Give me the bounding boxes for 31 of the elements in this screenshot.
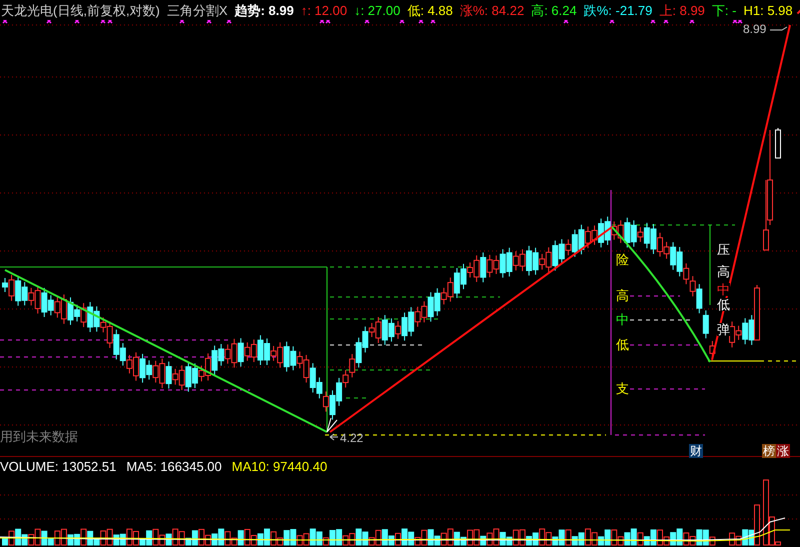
- indicator-value: ↑: 12.00: [300, 4, 348, 16]
- level-label: 支: [616, 382, 629, 395]
- price-label: 8.99: [743, 23, 766, 35]
- level-label: 险: [616, 253, 629, 266]
- indicator-value: H1: 5.98: [743, 4, 793, 16]
- indicator-value: 高: 6.24: [531, 4, 577, 16]
- level-label: 中: [616, 313, 629, 326]
- badge-label: 榜: [762, 444, 776, 458]
- badge-label: 涨: [776, 444, 790, 458]
- level-label: 低: [616, 338, 629, 351]
- level-label: 高: [616, 289, 629, 302]
- volume-indicator-value: MA10: 97440.40: [232, 460, 328, 472]
- indicator-value: ↓: 27.00: [354, 4, 400, 16]
- indicator-value: 跌%: -21.79: [584, 4, 652, 16]
- price-label: 4.22: [340, 432, 364, 444]
- note-text: 用到未来数据: [0, 430, 78, 443]
- level-label: 低: [717, 298, 730, 311]
- indicator-value: 上: 8.99: [659, 4, 705, 16]
- volume-indicator-value: VOLUME: 13052.51: [0, 460, 116, 472]
- volume-indicator-value: MA5: 166345.00: [126, 460, 222, 472]
- indicator-value: 下: -: [712, 4, 736, 16]
- indicator-value: 低: 4.88: [407, 4, 453, 16]
- level-label: 高: [717, 265, 730, 278]
- badge-label: 财: [689, 444, 703, 458]
- stock-title: 天龙光电(日线,前复权,对数): [1, 4, 160, 16]
- indicator-value: 趋势: 8.99: [234, 4, 294, 16]
- level-label: 中: [717, 283, 730, 296]
- level-label: 压: [717, 243, 730, 256]
- indicator-name: 三角分割X: [166, 4, 228, 16]
- indicator-value: 涨%: 84.22: [460, 4, 524, 16]
- level-label: 弹: [717, 323, 730, 336]
